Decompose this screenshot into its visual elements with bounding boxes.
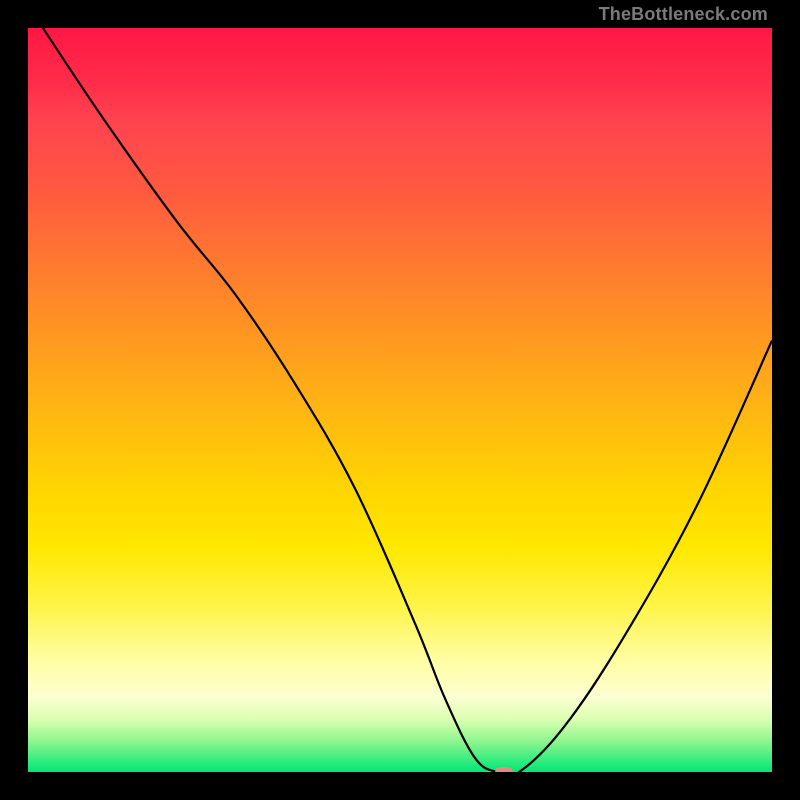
- optimal-marker: [495, 767, 513, 772]
- bottleneck-curve: [43, 28, 772, 772]
- watermark-label: TheBottleneck.com: [599, 4, 768, 25]
- curve-layer: [28, 28, 772, 772]
- chart-frame: TheBottleneck.com: [0, 0, 800, 800]
- plot-area: [28, 28, 772, 772]
